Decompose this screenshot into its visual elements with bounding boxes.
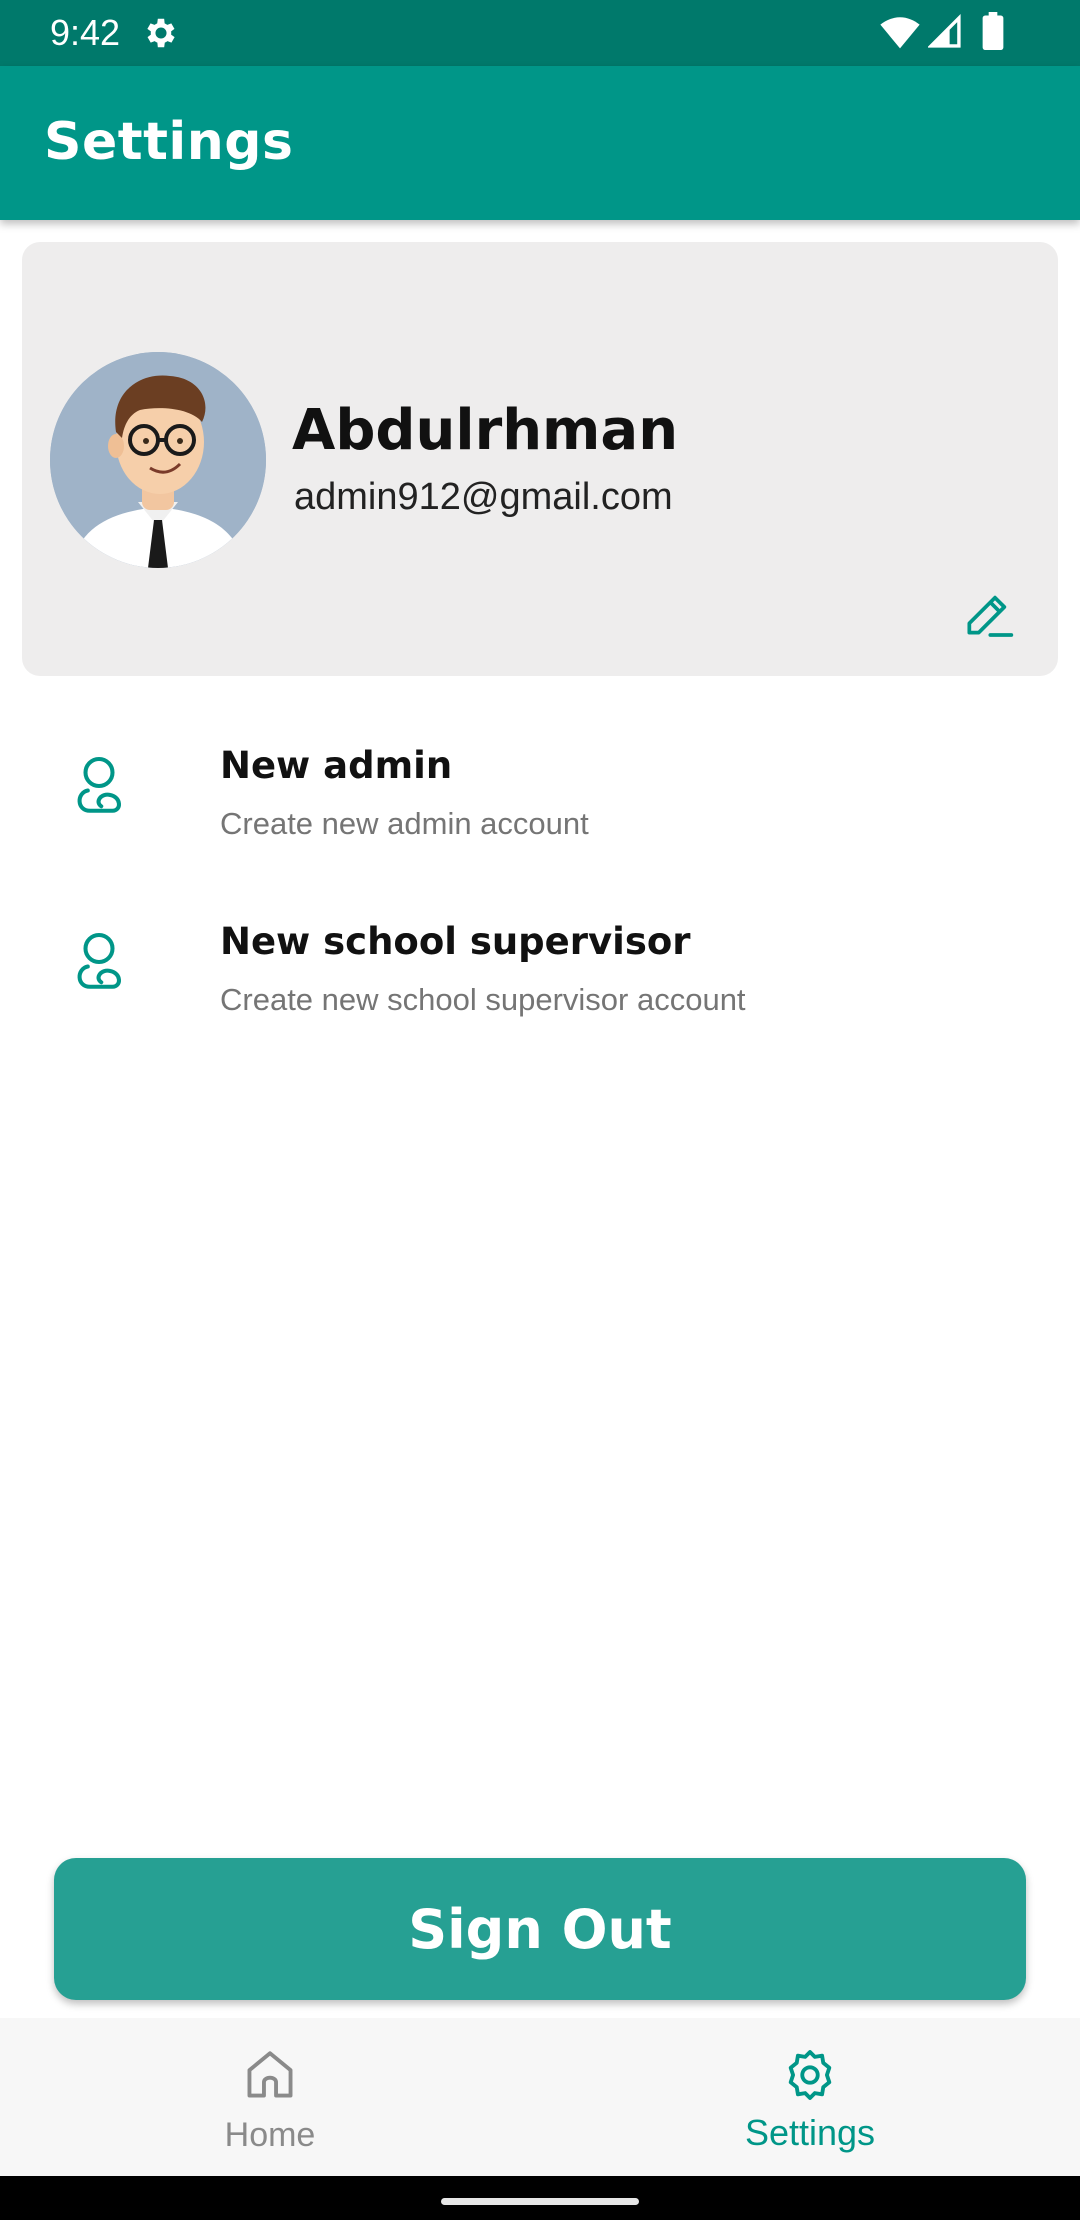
list-item-subtitle: Create new admin account (220, 806, 589, 841)
cellular-signal-icon (928, 14, 961, 48)
profile-name: Abdulrhman (292, 398, 679, 463)
wifi-icon (880, 17, 920, 49)
person-outline-icon (77, 756, 121, 813)
settings-list: New admin Create new admin account New s… (0, 720, 1080, 1072)
sign-out-button[interactable]: Sign Out (54, 1858, 1026, 2000)
list-item-new-admin[interactable]: New admin Create new admin account (0, 720, 1080, 896)
page-title: Settings (44, 112, 294, 172)
person-outline-icon (77, 932, 121, 989)
profile-card: Abdulrhman admin912@gmail.com (22, 242, 1058, 676)
profile-email: admin912@gmail.com (294, 476, 673, 518)
nav-label-settings: Settings (744, 2112, 876, 2153)
status-bar: 9:42 (0, 0, 1080, 66)
system-nav-bar (0, 2176, 1080, 2220)
edit-profile-button[interactable] (956, 582, 1020, 646)
nav-label-home: Home (224, 2116, 316, 2154)
list-item-title: New school supervisor (220, 920, 691, 963)
app-bar: Settings (0, 66, 1080, 220)
gesture-home-handle[interactable] (441, 2198, 639, 2205)
nav-item-settings[interactable]: Settings (540, 2018, 1080, 2176)
nav-item-home[interactable]: Home (0, 2018, 540, 2176)
avatar (50, 352, 266, 568)
bottom-nav: Home Settings (0, 2018, 1080, 2176)
settings-icon (788, 2050, 832, 2100)
list-item-subtitle: Create new school supervisor account (220, 982, 746, 1017)
cartoon-man-avatar-icon (50, 352, 266, 568)
settings-gear-icon (147, 18, 175, 48)
list-item-new-school-supervisor[interactable]: New school supervisor Create new school … (0, 896, 1080, 1072)
battery-icon (982, 12, 1004, 50)
list-item-title: New admin (220, 744, 453, 787)
home-icon (247, 2051, 293, 2098)
pencil-edit-icon (967, 595, 1014, 637)
status-time: 9:42 (50, 12, 121, 53)
